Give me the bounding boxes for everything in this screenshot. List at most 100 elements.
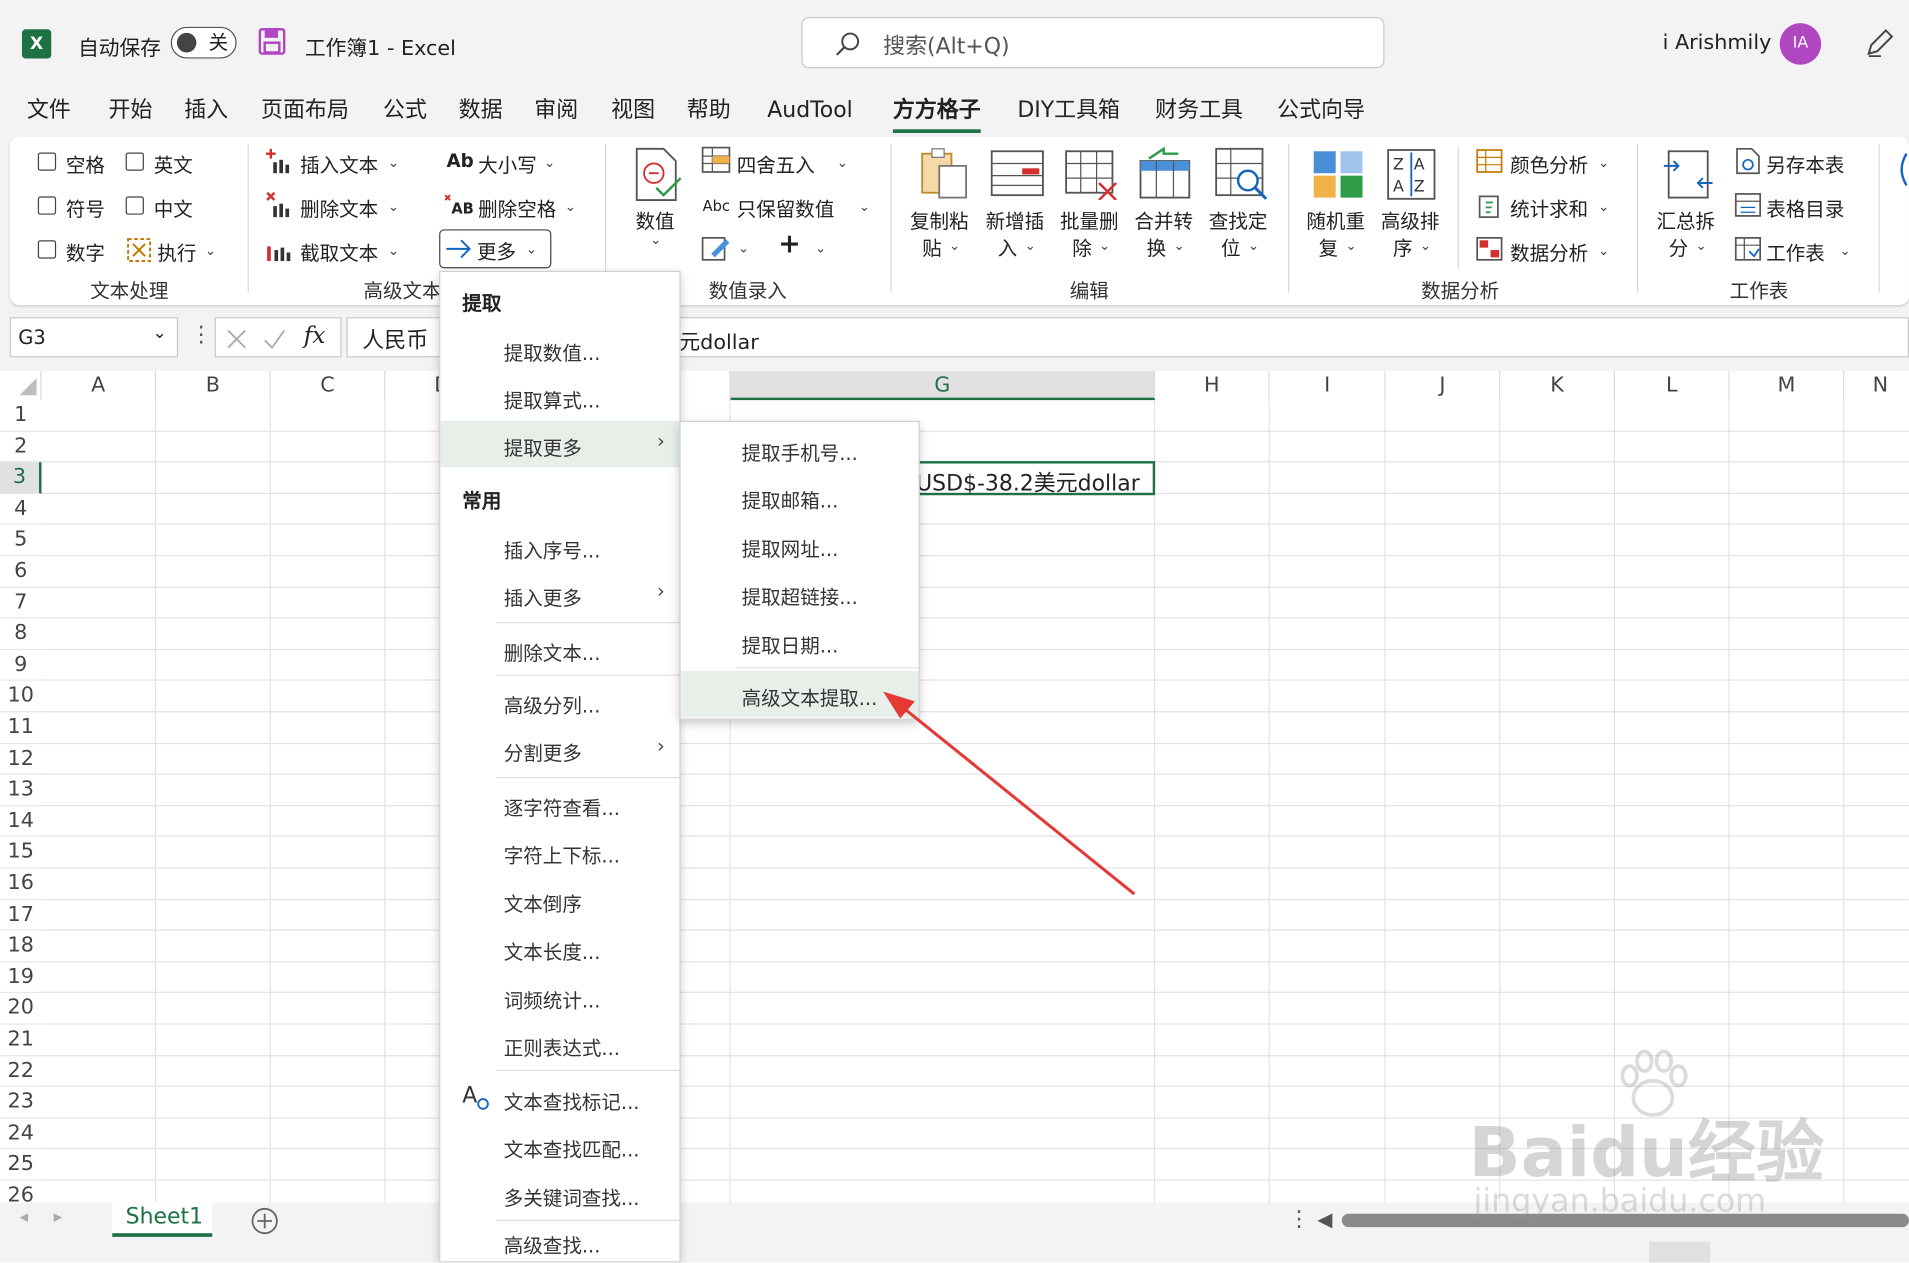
- menu-item-advanced-split[interactable]: 高级分列...: [440, 678, 679, 724]
- menu-item-multi-keyword-find[interactable]: 多关键词查找...: [440, 1171, 679, 1217]
- batch-delete-label-1[interactable]: 批量删: [1060, 205, 1119, 234]
- row-header-17[interactable]: 17: [0, 900, 42, 931]
- tab-data[interactable]: 数据: [459, 94, 503, 128]
- column-header-g[interactable]: G: [730, 370, 1156, 401]
- more-button[interactable]: 更多 ⌄: [439, 229, 552, 269]
- summary-split-label-1[interactable]: 汇总拆: [1656, 205, 1715, 234]
- insert-new-label-1[interactable]: 新增插: [986, 205, 1045, 234]
- column-header-n[interactable]: N: [1844, 370, 1909, 401]
- sum-stats-button[interactable]: 统计求和: [1510, 193, 1588, 222]
- row-header-1[interactable]: 1: [0, 400, 42, 432]
- checkbox-chinese[interactable]: [125, 196, 144, 215]
- tab-review[interactable]: 审阅: [534, 94, 578, 128]
- column-header-b[interactable]: B: [156, 370, 271, 401]
- row-header-6[interactable]: 6: [0, 556, 42, 588]
- delete-text-button[interactable]: 删除文本: [300, 193, 378, 222]
- add-sheet-icon[interactable]: [250, 1206, 279, 1235]
- row-header-23[interactable]: 23: [0, 1087, 42, 1119]
- checkbox-english[interactable]: [125, 152, 144, 171]
- random-repeat-label-2[interactable]: 复: [1319, 232, 1339, 261]
- normal-view-icon[interactable]: [1649, 1241, 1711, 1263]
- row-header-14[interactable]: 14: [0, 806, 42, 838]
- tab-home[interactable]: 开始: [109, 94, 153, 128]
- scroll-left-icon[interactable]: ◀: [1317, 1208, 1332, 1231]
- menu-item-delete-text[interactable]: 删除文本...: [440, 626, 679, 672]
- cancel-icon[interactable]: [226, 328, 248, 350]
- menu-item-word-frequency[interactable]: 词频统计...: [440, 973, 679, 1019]
- menu-item-text-find-mark[interactable]: A 文本查找标记...: [440, 1075, 679, 1121]
- insert-new-label-2[interactable]: 入: [998, 232, 1018, 261]
- save-as-sheet-button[interactable]: 另存本表: [1766, 149, 1844, 178]
- edit-cell-icon[interactable]: [701, 234, 730, 261]
- copy-paste-label-2[interactable]: 贴: [922, 232, 942, 261]
- search-box[interactable]: 搜索(Alt+Q): [801, 17, 1385, 69]
- delete-space-button[interactable]: 删除空格: [478, 193, 556, 222]
- row-header-9[interactable]: 9: [0, 650, 42, 682]
- tab-audtool[interactable]: AudTool: [767, 94, 853, 128]
- insert-text-button[interactable]: 插入文本: [300, 149, 378, 178]
- row-header-5[interactable]: 5: [0, 525, 42, 557]
- row-header-18[interactable]: 18: [0, 931, 42, 963]
- execute-button[interactable]: 执行: [157, 237, 196, 266]
- row-header-11[interactable]: 11: [0, 712, 42, 744]
- menu-item-char-view[interactable]: 逐字符查看...: [440, 781, 679, 827]
- save-icon[interactable]: [258, 28, 286, 55]
- column-header-m[interactable]: M: [1729, 370, 1845, 401]
- column-header-k[interactable]: K: [1500, 370, 1616, 401]
- color-analysis-button[interactable]: 颜色分析: [1510, 149, 1588, 178]
- keep-number-button[interactable]: 只保留数值: [737, 193, 835, 222]
- menu-item-advanced-find[interactable]: 高级查找...: [440, 1219, 679, 1263]
- ribbon-overflow-icon[interactable]: [1897, 151, 1909, 188]
- column-header-l[interactable]: L: [1615, 370, 1730, 401]
- tab-formulas[interactable]: 公式: [383, 94, 427, 128]
- row-header-25[interactable]: 25: [0, 1150, 42, 1181]
- menu-item-extract-formula[interactable]: 提取算式...: [440, 373, 679, 419]
- row-header-8[interactable]: 8: [0, 619, 42, 650]
- row-header-2[interactable]: 2: [0, 431, 42, 463]
- checkbox-symbol[interactable]: [37, 196, 57, 215]
- row-header-16[interactable]: 16: [0, 868, 42, 900]
- tab-page-layout[interactable]: 页面布局: [261, 94, 349, 128]
- menu-item-insert-more[interactable]: 插入更多 ›: [440, 571, 679, 617]
- row-header-13[interactable]: 13: [0, 775, 42, 807]
- menu-item-reverse-text[interactable]: 文本倒序: [440, 877, 679, 923]
- enter-icon[interactable]: [262, 328, 286, 350]
- value-button[interactable]: 数值: [636, 205, 675, 234]
- submenu-item-extract-hyperlink[interactable]: 提取超链接...: [681, 570, 919, 616]
- more-options-icon[interactable]: ⋮: [1288, 1206, 1310, 1232]
- tab-formula-wizard[interactable]: 公式向导: [1277, 94, 1365, 128]
- pen-icon[interactable]: [1864, 27, 1896, 59]
- menu-item-extract-more[interactable]: 提取更多 ›: [440, 420, 680, 468]
- submenu-item-extract-date[interactable]: 提取日期...: [681, 618, 919, 664]
- row-header-24[interactable]: 24: [0, 1118, 42, 1150]
- row-header-26[interactable]: 26: [0, 1181, 41, 1203]
- cut-text-button[interactable]: 截取文本: [300, 237, 378, 266]
- batch-delete-label-2[interactable]: 除: [1072, 232, 1092, 261]
- data-analysis-button[interactable]: 数据分析: [1510, 237, 1588, 266]
- find-locate-label-1[interactable]: 查找定: [1209, 205, 1268, 234]
- row-header-10[interactable]: 10: [0, 681, 42, 713]
- row-header-4[interactable]: 4: [0, 494, 42, 525]
- round-button[interactable]: 四舍五入: [737, 149, 815, 178]
- submenu-item-extract-url[interactable]: 提取网址...: [681, 522, 919, 568]
- find-locate-label-2[interactable]: 位: [1221, 232, 1241, 261]
- column-header-j[interactable]: J: [1385, 370, 1501, 401]
- tab-diy-toolbox[interactable]: DIY工具箱: [1017, 94, 1120, 128]
- sheet-toc-button[interactable]: 表格目录: [1766, 193, 1844, 222]
- sheet-next-icon[interactable]: ▸: [54, 1208, 63, 1228]
- select-all-corner[interactable]: [0, 370, 42, 401]
- menu-item-regex[interactable]: 正则表达式...: [440, 1021, 679, 1067]
- tab-fangfanggezi[interactable]: 方方格子: [892, 94, 981, 133]
- random-repeat-label-1[interactable]: 随机重: [1306, 205, 1365, 234]
- row-header-19[interactable]: 19: [0, 962, 42, 994]
- submenu-item-extract-email[interactable]: 提取邮箱...: [681, 473, 919, 519]
- summary-split-label-2[interactable]: 分: [1669, 232, 1689, 261]
- menu-item-insert-sequence[interactable]: 插入序号...: [440, 523, 679, 569]
- menu-item-text-length[interactable]: 文本长度...: [440, 925, 679, 971]
- name-box[interactable]: G3 ⌄: [9, 317, 179, 358]
- copy-paste-label-1[interactable]: 复制粘: [910, 205, 969, 234]
- row-header-21[interactable]: 21: [0, 1025, 42, 1056]
- menu-item-superscript[interactable]: 字符上下标...: [440, 828, 679, 874]
- tab-file[interactable]: 文件: [27, 94, 71, 128]
- tab-insert[interactable]: 插入: [184, 94, 228, 128]
